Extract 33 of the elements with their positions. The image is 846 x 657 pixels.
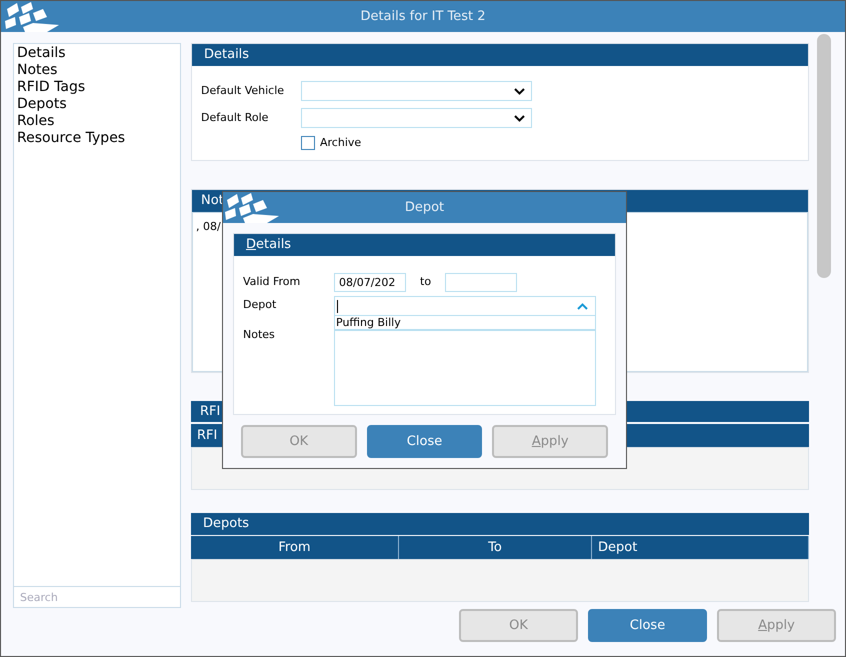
field-label: Default Role	[201, 110, 270, 126]
depot-combo-box[interactable]	[334, 296, 596, 316]
navigation-item[interactable]: Resource Types	[17, 130, 126, 147]
navigation-item[interactable]: RFID Tags	[17, 79, 86, 96]
chevron-up-icon	[577, 302, 588, 310]
search-field[interactable]: Search	[13, 587, 181, 608]
text-cursor	[337, 300, 338, 312]
section-header: Depots	[191, 513, 809, 535]
chevron-down-icon	[514, 88, 525, 94]
archive-checkbox[interactable]	[301, 136, 315, 150]
section-header: Details	[192, 44, 808, 66]
navigation-item[interactable]: Roles	[17, 113, 54, 130]
date-field[interactable]	[445, 272, 518, 292]
field-label: Depot	[243, 297, 278, 313]
close-button[interactable]: Close	[366, 425, 482, 458]
checkbox-label: Archive	[320, 135, 362, 151]
section-header: Details	[234, 234, 615, 256]
column-header[interactable]: RFI	[191, 424, 218, 447]
window-title: Details for IT Test 2	[360, 8, 486, 26]
close-button[interactable]: Close	[588, 609, 707, 642]
navigation-item[interactable]: Depots	[17, 96, 67, 113]
chevron-down-icon	[514, 114, 525, 122]
date-field[interactable]: 08/07/202	[334, 272, 406, 292]
dropdown-field[interactable]	[301, 108, 532, 128]
field-label: Notes	[243, 326, 276, 342]
navigation-item[interactable]: Notes	[17, 62, 58, 79]
notes-text: , 08/	[196, 220, 221, 233]
navigation-item[interactable]: Details	[17, 45, 66, 62]
dropdown-field[interactable]	[301, 81, 532, 101]
field-label: to	[420, 274, 432, 290]
notes-field[interactable]	[334, 330, 596, 406]
field-label: Valid From	[242, 274, 302, 290]
field-label: Default Vehicle	[201, 82, 286, 99]
